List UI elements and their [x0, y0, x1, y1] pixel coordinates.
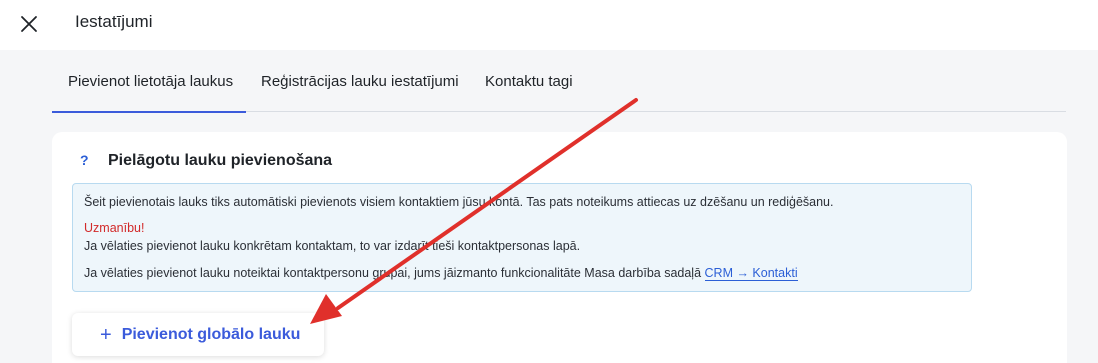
tab-label: Reģistrācijas lauku iestatījumi — [261, 72, 459, 90]
info-text: Šeit pievienotais lauks tiks automātiski… — [84, 195, 834, 209]
tab-contact-tags[interactable]: Kontaktu tagi — [485, 50, 573, 112]
crm-contacts-link[interactable]: CRM → Kontakti — [704, 266, 798, 281]
page-title: Iestatījumi — [75, 12, 153, 31]
plus-icon: + — [100, 323, 112, 346]
warning-label: Uzmanību! — [84, 221, 145, 235]
active-tab-indicator — [52, 111, 246, 113]
info-box: Šeit pievienotais lauks tiks automātiski… — [72, 183, 972, 292]
info-text: Ja vēlaties pievienot lauku konkrētam ko… — [84, 239, 581, 253]
tab-registration-field-settings[interactable]: Reģistrācijas lauku iestatījumi — [261, 50, 459, 112]
tab-add-user-fields[interactable]: Pievienot lietotāja laukus — [52, 50, 246, 113]
info-text-prefix: Ja vēlaties pievienot lauku noteiktai ko… — [84, 266, 705, 280]
tab-bar: Pievienot lietotāja laukus Reģistrācijas… — [52, 50, 1066, 113]
card-title: Pielāgotu lauku pievienošana — [108, 152, 333, 169]
add-global-field-label: Pievienot globālo lauku — [121, 325, 301, 343]
tab-label: Kontaktu tagi — [485, 72, 573, 90]
tab-label: Pievienot lietotāja laukus — [68, 72, 234, 90]
close-button[interactable] — [14, 9, 44, 39]
top-bar: Iestatījumi — [0, 0, 1098, 50]
info-text: Ja vēlaties pievienot lauku noteiktai ko… — [84, 266, 798, 281]
add-global-field-button[interactable]: + Pievienot globālo lauku — [72, 313, 324, 356]
close-icon — [21, 16, 37, 32]
help-icon[interactable]: ? — [80, 152, 89, 168]
